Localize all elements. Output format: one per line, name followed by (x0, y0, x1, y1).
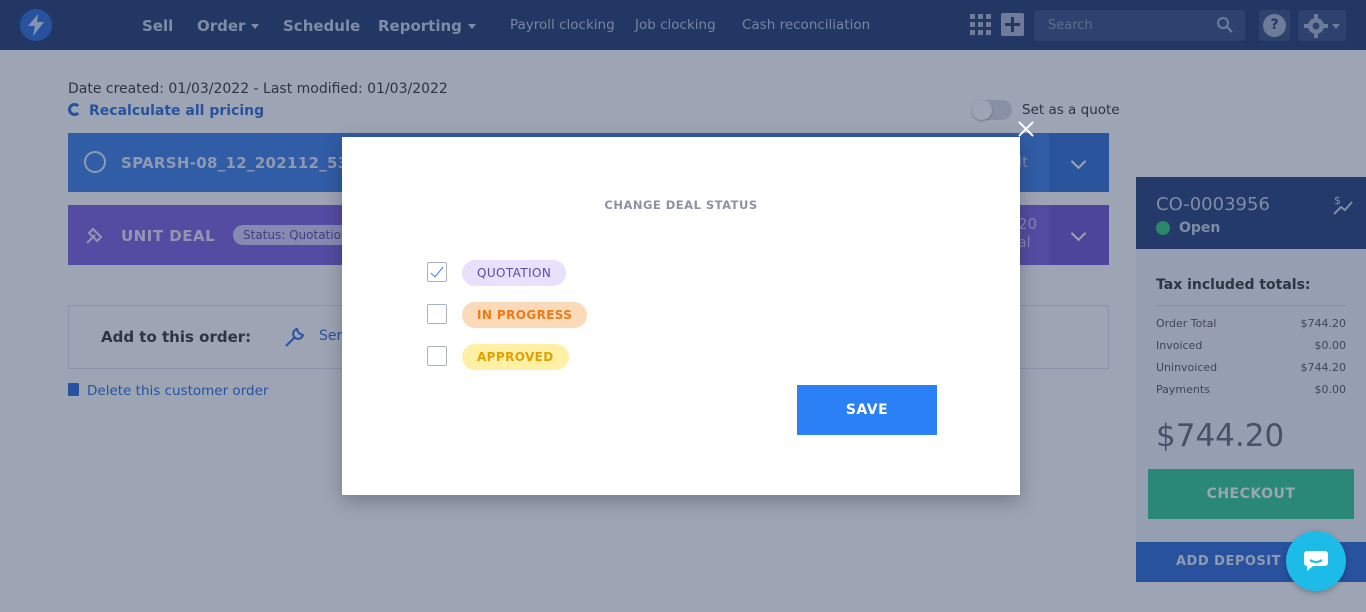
approved-checkbox[interactable] (427, 346, 447, 366)
close-icon[interactable] (1017, 120, 1035, 138)
approved-badge: APPROVED (462, 344, 569, 370)
chat-launcher-button[interactable] (1286, 531, 1346, 591)
modal-title: CHANGE DEAL STATUS (604, 198, 758, 212)
chat-icon (1304, 551, 1328, 571)
change-deal-status-modal: CHANGE DEAL STATUS QUOTATION IN PROGRESS… (342, 137, 1020, 495)
save-button[interactable]: SAVE (797, 385, 937, 435)
quotation-badge: QUOTATION (462, 260, 567, 286)
in-progress-badge: IN PROGRESS (462, 302, 588, 328)
in-progress-checkbox[interactable] (427, 304, 447, 324)
quotation-checkbox[interactable] (427, 262, 447, 282)
